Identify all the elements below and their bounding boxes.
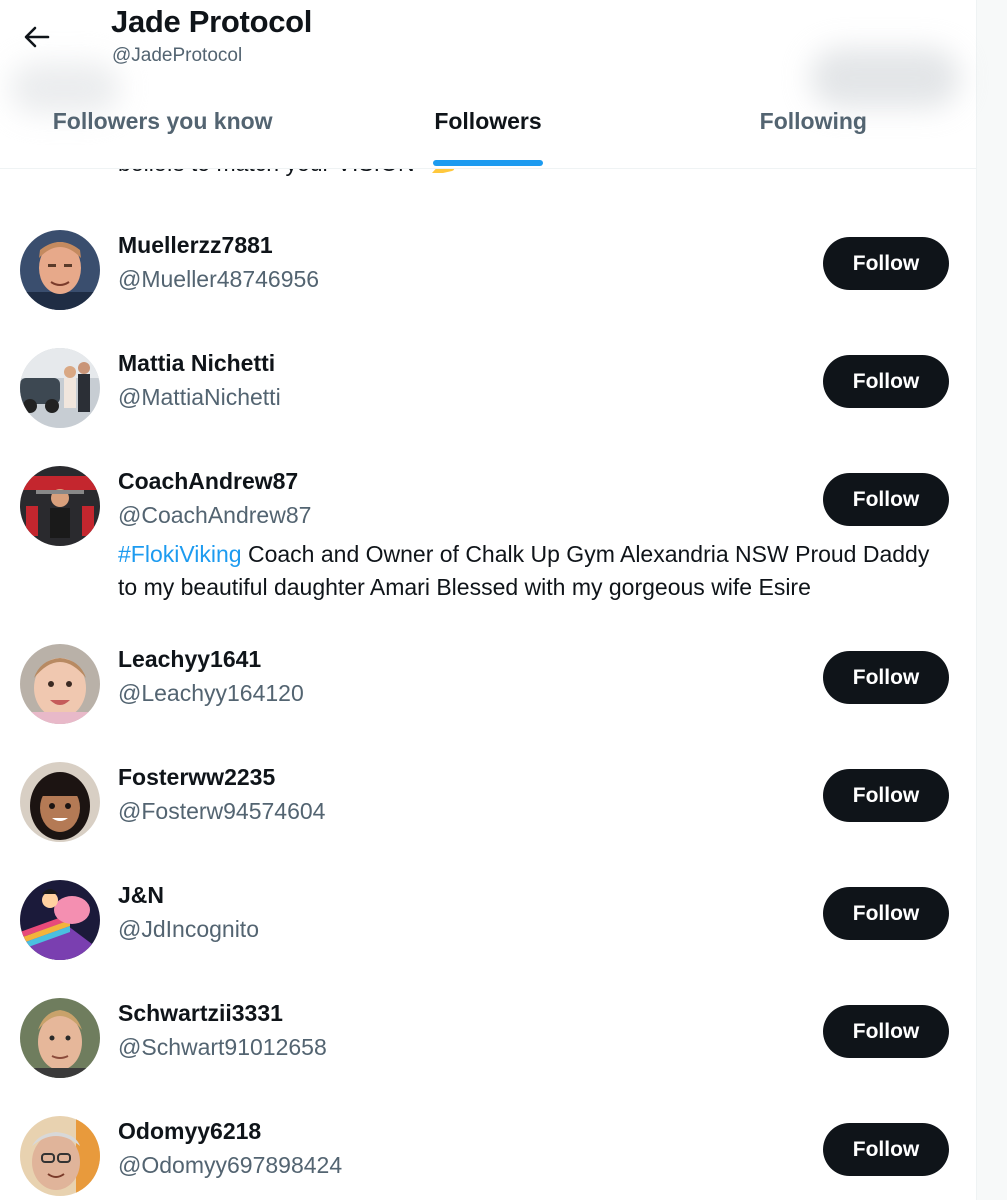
tab-followers[interactable]: Followers — [325, 96, 650, 168]
follow-button[interactable]: Follow — [823, 651, 949, 704]
follow-button[interactable]: Follow — [823, 355, 949, 408]
follower-name[interactable]: CoachAndrew87 — [118, 468, 298, 495]
follower-row[interactable]: Leachyy1641 @Leachyy164120 Follow — [0, 644, 976, 754]
avatar[interactable] — [20, 1116, 100, 1196]
follower-handle[interactable]: @MattiaNichetti — [118, 384, 281, 411]
follower-handle[interactable]: @Leachyy164120 — [118, 680, 304, 707]
follower-name[interactable]: J&N — [118, 882, 164, 909]
tab-bar: Followers you know Followers Following — [0, 96, 976, 168]
follower-handle[interactable]: @JdIncognito — [118, 916, 259, 943]
follow-button[interactable]: Follow — [823, 887, 949, 940]
follower-handle[interactable]: @Fosterw94574604 — [118, 798, 325, 825]
avatar[interactable] — [20, 998, 100, 1078]
follow-button[interactable]: Follow — [823, 769, 949, 822]
active-tab-indicator — [432, 160, 543, 166]
tab-label: Followers — [434, 108, 542, 134]
profile-header: Jade Protocol @JadeProtocol Followers yo… — [0, 0, 976, 169]
follower-row[interactable]: Fosterww2235 @Fosterw94574604 Follow — [0, 762, 976, 872]
follow-button[interactable]: Follow — [823, 1005, 949, 1058]
back-button[interactable] — [16, 16, 58, 58]
arrow-left-icon — [24, 26, 50, 48]
avatar[interactable] — [20, 644, 100, 724]
follower-handle[interactable]: @Odomyy697898424 — [118, 1152, 342, 1179]
follow-button[interactable]: Follow — [823, 1123, 949, 1176]
follow-button[interactable]: Follow — [823, 473, 949, 526]
tab-label: Followers you know — [52, 108, 273, 134]
follow-button[interactable]: Follow — [823, 237, 949, 290]
avatar[interactable] — [20, 880, 100, 960]
follower-row[interactable]: J&N @JdIncognito Follow — [0, 880, 976, 990]
follower-name[interactable]: Schwartzii3331 — [118, 1000, 283, 1027]
avatar[interactable] — [20, 348, 100, 428]
follower-row[interactable]: Mattia Nichetti @MattiaNichetti Follow — [0, 348, 976, 458]
profile-handle: @JadeProtocol — [112, 45, 243, 66]
avatar[interactable] — [20, 230, 100, 310]
follower-name[interactable]: Leachyy1641 — [118, 646, 261, 673]
follower-handle[interactable]: @CoachAndrew87 — [118, 502, 311, 529]
avatar[interactable] — [20, 466, 100, 546]
follower-row[interactable]: Odomyy6218 @Odomyy697898424 Follow — [0, 1116, 976, 1200]
right-scroll-gutter — [976, 0, 1007, 1200]
follower-row[interactable]: CoachAndrew87 @CoachAndrew87 #FlokiVikin… — [0, 466, 976, 636]
tab-label: Following — [759, 108, 867, 134]
follower-name[interactable]: Fosterww2235 — [118, 764, 275, 791]
follower-name[interactable]: Mattia Nichetti — [118, 350, 275, 377]
follower-handle[interactable]: @Mueller48746956 — [118, 266, 319, 293]
follower-name[interactable]: Muellerzz7881 — [118, 232, 273, 259]
follower-name[interactable]: Odomyy6218 — [118, 1118, 261, 1145]
follower-row[interactable]: Schwartzii3331 @Schwart91012658 Follow — [0, 998, 976, 1108]
page-title: Jade Protocol — [111, 4, 313, 39]
follower-handle[interactable]: @Schwart91012658 — [118, 1034, 327, 1061]
followers-page: beliefs to match your VISION Muellerzz78 — [0, 0, 1007, 1200]
tab-following[interactable]: Following — [651, 96, 976, 168]
tab-followers-you-know[interactable]: Followers you know — [0, 96, 325, 168]
follower-bio: #FlokiViking Coach and Owner of Chalk Up… — [118, 538, 948, 604]
avatar[interactable] — [20, 762, 100, 842]
follower-row[interactable]: Muellerzz7881 @Mueller48746956 Follow — [0, 230, 976, 340]
bio-hashtag-link[interactable]: #FlokiViking — [118, 541, 242, 567]
